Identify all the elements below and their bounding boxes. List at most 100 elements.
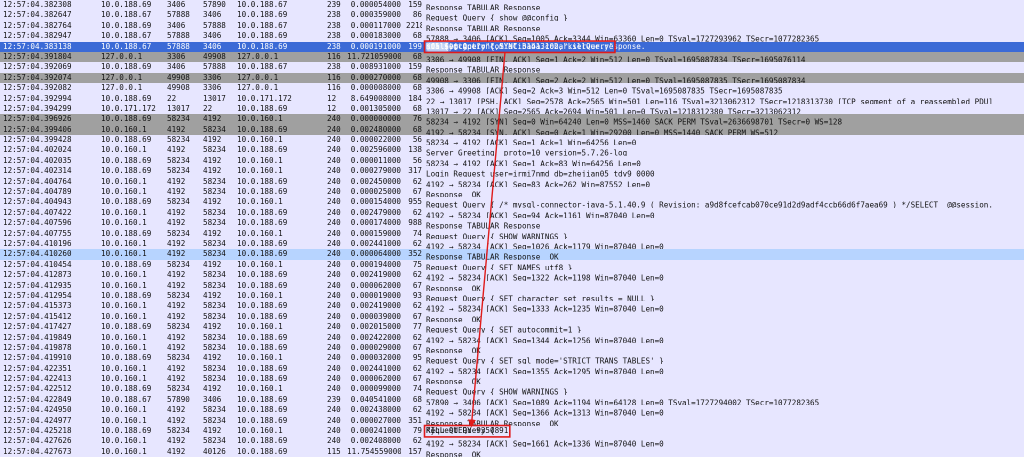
cell-dst-port: 4192	[203, 384, 222, 394]
cell-delta: 11.754559000	[347, 446, 401, 456]
cell-delta: 0.000183000	[350, 31, 401, 41]
cell-time: 12:57:04.424977	[3, 415, 72, 425]
packet-row[interactable]: 12:57:04.417427 10.0.188.69 58234 4192 10.0.…	[0, 322, 1024, 333]
cell-info: 62 4192 → 58234 [ACK] Seq=1661 Ack=1336 W…	[406, 436, 1024, 446]
cell-time: 12:57:04.417427	[3, 322, 72, 332]
packet-row[interactable]: 12:57:04.382947 10.0.188.67 57888 3406 10.0.…	[0, 31, 1024, 42]
cell-delta: 0.002596000	[350, 145, 401, 155]
packet-row[interactable]: 12:57:04.382764 10.0.188.69 3406 57888 10.0.…	[0, 20, 1024, 32]
cell-src-port: 58234	[167, 166, 190, 176]
cell-dst-port: 58234	[203, 249, 226, 259]
cell-source: 10.0.188.69	[101, 93, 152, 103]
cell-destination: 10.0.188.69	[237, 10, 288, 20]
cell-source: 10.0.188.67	[101, 31, 152, 41]
packet-row[interactable]: 12:57:04.419849 10.0.160.1 4192 58234 10.0.1…	[0, 332, 1024, 343]
packet-row[interactable]: 12:57:04.404789 10.0.160.1 4192 58234 10.0.1…	[0, 187, 1024, 198]
packet-row[interactable]: 12:57:04.415412 10.0.160.1 4192 58234 10.0.1…	[0, 311, 1024, 323]
packet-row[interactable]: 12:57:04.427673 10.0.160.1 4192 40126 10.0.1…	[0, 446, 1024, 457]
packet-row[interactable]: 12:57:04.424977 10.0.160.1 4192 58234 10.0.1…	[0, 415, 1024, 427]
packet-row[interactable]: 12:57:04.422849 10.0.188.67 57890 3406 10.0.…	[0, 394, 1024, 406]
cell-time: 12:57:04.402314	[3, 166, 72, 176]
info-length: 68	[412, 51, 422, 61]
packet-row[interactable]: 12:57:04.412935 10.0.160.1 4192 58234 10.0.1…	[0, 280, 1024, 291]
cell-info: 955 Request Query { /* mysql-connector-ja…	[406, 197, 1024, 207]
cell-time: 12:57:04.396926	[3, 114, 72, 124]
cell-source: 10.0.160.1	[101, 436, 147, 446]
cell-time: 12:57:04.392082	[3, 83, 72, 93]
cell-destination: 10.0.188.69	[237, 342, 288, 352]
packet-row[interactable]: 12:57:04.402035 10.0.188.69 58234 4192 10.0.…	[0, 155, 1024, 167]
info-text: Request Query { SHOW WARNINGS }	[426, 387, 568, 395]
cell-info: 62 4192 → 58234 [ACK] Seq=1344 Ack=1256 W…	[406, 333, 1024, 343]
packet-row[interactable]: 12:57:04.422413 10.0.160.1 4192 58234 10.0.1…	[0, 374, 1024, 385]
packet-row[interactable]: 12:57:04.419910 10.0.188.69 58234 4192 10.0.…	[0, 353, 1024, 364]
cell-src-port: 3406	[167, 62, 186, 72]
info-length: 67	[412, 187, 422, 197]
packet-row[interactable]: 12:57:04.402314 10.0.188.69 58234 4192 10.0.…	[0, 166, 1024, 177]
info-text: Response OK	[426, 190, 481, 198]
packet-row[interactable]: 12:57:04.391804 127.0.0.1 3306 49908 127.0.0…	[0, 51, 1024, 63]
packet-row[interactable]: 12:57:04.383138 10.0.188.67 57888 3406 10.0.…	[0, 41, 1024, 52]
packet-row[interactable]: 12:57:04.412873 10.0.160.1 4192 58234 10.0.1…	[0, 270, 1024, 281]
packet-row[interactable]: 12:57:04.399428 10.0.188.69 58234 4192 10.0.…	[0, 135, 1024, 146]
cell-destination: 10.0.188.69	[237, 124, 288, 134]
info-length: 159	[408, 62, 422, 72]
packet-row[interactable]: 12:57:04.410196 10.0.160.1 4192 58234 10.0.1…	[0, 238, 1024, 250]
packet-row[interactable]: 12:57:04.392069 10.0.188.69 3406 57888 10.0.…	[0, 62, 1024, 73]
packet-row[interactable]: 12:57:04.382308 10.0.188.69 3406 57890 10.0.…	[0, 0, 1024, 11]
packet-row[interactable]: 12:57:04.410260 10.0.160.1 4192 58234 10.0.1…	[0, 249, 1024, 260]
info-length: 159	[408, 0, 422, 9]
info-text: Response TABULAR Response	[426, 24, 541, 32]
cell-dst-port: 58234	[203, 301, 226, 311]
packet-row[interactable]: 12:57:04.382647 10.0.188.67 57888 3406 10.0.…	[0, 10, 1024, 21]
cell-src-port: 4192	[167, 270, 186, 280]
info-length: 988	[408, 218, 422, 228]
cell-length: 240	[327, 322, 341, 332]
cell-time: 12:57:04.412954	[3, 290, 72, 300]
packet-row[interactable]: 12:57:04.407596 10.0.160.1 4192 58234 10.0.1…	[0, 218, 1024, 229]
cell-info: 317 Login Request user=irmi7nmd db=zhejia…	[406, 166, 1024, 176]
cell-time: 12:57:04.427673	[3, 446, 72, 456]
packet-row[interactable]: 12:57:04.425218 10.0.188.69 58234 4192 10.0.…	[0, 426, 1024, 437]
cell-dst-port: 57888	[203, 62, 226, 72]
cell-time: 12:57:04.410260	[3, 249, 72, 259]
cell-destination: 127.0.0.1	[237, 83, 279, 93]
packet-row[interactable]: 12:57:04.424950 10.0.160.1 4192 58234 10.0.1…	[0, 405, 1024, 416]
packet-row[interactable]: 12:57:04.407422 10.0.160.1 4192 58234 10.0.1…	[0, 207, 1024, 219]
packet-row[interactable]: 12:57:04.392082 127.0.0.1 49908 3306 127.0.0…	[0, 83, 1024, 94]
packet-row[interactable]: 12:57:04.404943 10.0.188.69 58234 4192 10.0.…	[0, 197, 1024, 208]
packet-row[interactable]: 12:57:04.419878 10.0.160.1 4192 58234 10.0.1…	[0, 342, 1024, 354]
cell-length: 239	[327, 394, 341, 404]
info-length: 352	[408, 249, 422, 259]
cell-src-port: 58234	[167, 290, 190, 300]
packet-row[interactable]: 12:57:04.399406 10.0.160.1 4192 58234 10.0.1…	[0, 124, 1024, 136]
packet-row[interactable]: 12:57:04.402024 10.0.160.1 4192 58234 10.0.1…	[0, 145, 1024, 156]
cell-time: 12:57:04.404764	[3, 176, 72, 186]
cell-delta: 0.002419000	[350, 301, 401, 311]
packet-row[interactable]: 12:57:04.412954 10.0.188.69 58234 4192 10.0.…	[0, 290, 1024, 302]
cell-src-port: 57888	[167, 10, 190, 20]
packet-row[interactable]: 12:57:04.422512 10.0.188.69 58234 4192 10.0.…	[0, 384, 1024, 395]
packet-row[interactable]: 12:57:04.396926 10.0.188.69 58234 4192 10.0.…	[0, 114, 1024, 125]
cell-info: 67 Response OK	[406, 374, 1024, 384]
cell-delta: 0.000019000	[350, 290, 401, 300]
cell-info: 68 3306 → 49908 [ACK] Seq=2 Ack=3 Win=512…	[406, 83, 1024, 93]
packet-row[interactable]: 12:57:04.415373 10.0.160.1 4192 58234 10.0.1…	[0, 301, 1024, 312]
packet-row[interactable]: 12:57:04.392074 127.0.0.1 49908 3306 127.0.0…	[0, 72, 1024, 84]
packet-row[interactable]: 12:57:04.392994 10.0.188.69 22 13017 10.0.17…	[0, 93, 1024, 104]
cell-time: 12:57:04.382947	[3, 31, 72, 41]
packet-row[interactable]: 12:57:04.394299 10.0.171.172 13017 22 10.0.1…	[0, 103, 1024, 115]
packet-row[interactable]: 12:57:04.422351 10.0.160.1 4192 58234 10.0.1…	[0, 363, 1024, 375]
cell-info: 67 Response OK	[406, 281, 1024, 291]
cell-destination: 127.0.0.1	[237, 51, 279, 61]
cell-delta: 0.000054000	[350, 0, 401, 9]
cell-info: 199Request Query { SYNC xxxxxn05 {"@type…	[406, 41, 1024, 52]
info-text: 4192 → 58234 [ACK] Seq=1322 Ack=1198 Win…	[426, 273, 664, 281]
cell-src-port: 4192	[167, 301, 186, 311]
packet-row[interactable]: 12:57:04.407755 10.0.188.69 58234 4192 10.0.…	[0, 228, 1024, 239]
info-text: 4192 → 58234 [ACK] Seq=1355 Ack=1295 Win…	[426, 367, 664, 375]
packet-row[interactable]: 12:57:04.410454 10.0.188.69 58234 4192 10.0.…	[0, 259, 1024, 271]
packet-row[interactable]: 12:57:04.427626 10.0.160.1 4192 58234 10.0.1…	[0, 436, 1024, 447]
cell-destination: 10.0.188.67	[237, 0, 288, 9]
packet-row[interactable]: 12:57:04.404764 10.0.160.1 4192 58234 10.0.1…	[0, 176, 1024, 188]
